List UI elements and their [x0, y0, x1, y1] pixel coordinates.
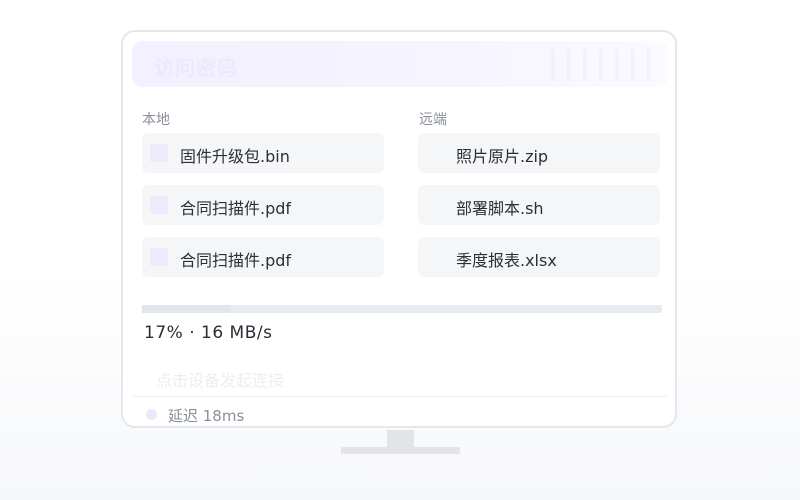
footer-divider: [132, 396, 668, 397]
local-panel-label: 本地: [142, 112, 170, 128]
latency-text: 延迟 18ms: [168, 407, 245, 425]
transfer-progress-fill: [142, 305, 231, 313]
local-file-item[interactable]: 合同扫描件.pdf: [142, 185, 384, 225]
local-file-item[interactable]: 固件升级包.bin: [142, 133, 384, 173]
file-name: 合同扫描件.pdf: [180, 199, 292, 218]
file-name: 部署脚本.sh: [456, 199, 544, 218]
remote-panel-label: 远端: [419, 112, 447, 128]
file-icon: [150, 144, 168, 162]
file-name: 照片原片.zip: [456, 147, 549, 166]
remote-file-item[interactable]: 季度报表.xlsx: [418, 237, 660, 277]
file-name: 固件升级包.bin: [180, 147, 290, 166]
monitor-screen: 访问密码 本地 固件升级包.bin 合同扫描件.pdf 合同扫描件.pdf 远端…: [121, 30, 677, 428]
file-name: 合同扫描件.pdf: [180, 251, 292, 270]
transfer-progress-bar: [142, 305, 662, 313]
monitor-stand-base: [341, 447, 460, 454]
status-dot-icon: [146, 409, 157, 420]
file-icon: [150, 196, 168, 214]
title-bar-decoration: [540, 49, 660, 81]
remote-file-item[interactable]: 部署脚本.sh: [418, 185, 660, 225]
remote-file-item[interactable]: 照片原片.zip: [418, 133, 660, 173]
local-file-item[interactable]: 合同扫描件.pdf: [142, 237, 384, 277]
page-title: 访问密码: [154, 56, 238, 80]
connect-hint: 点击设备发起连接: [156, 371, 285, 390]
transfer-status: 17% · 16 MB/s: [144, 323, 273, 343]
file-name: 季度报表.xlsx: [456, 251, 557, 270]
title-bar: 访问密码: [132, 41, 668, 87]
file-icon: [150, 248, 168, 266]
monitor-stand-neck: [387, 430, 414, 447]
